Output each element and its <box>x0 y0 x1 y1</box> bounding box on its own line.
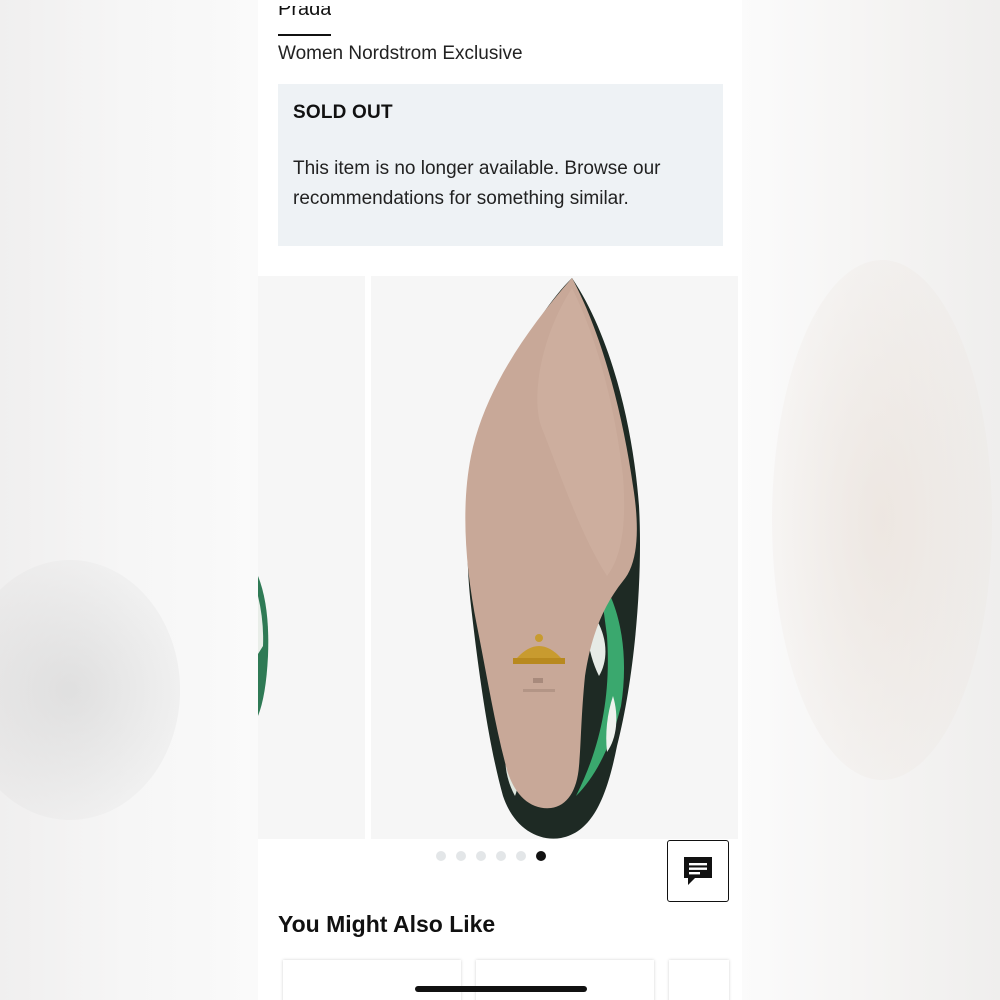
background-left <box>0 0 258 1000</box>
carousel-dot[interactable] <box>476 851 486 861</box>
shoe-sole-image <box>465 278 641 839</box>
recommendations-title: You Might Also Like <box>278 911 496 937</box>
recommendation-card[interactable] <box>669 960 729 1000</box>
product-page: Prada Women Nordstrom Exclusive SOLD OUT… <box>258 0 742 1000</box>
carousel-dot[interactable] <box>456 851 466 861</box>
home-indicator[interactable] <box>415 986 587 992</box>
carousel-pagination <box>436 851 546 861</box>
brand-link[interactable]: Prada <box>278 6 332 36</box>
product-subtitle: Women Nordstrom Exclusive <box>278 43 523 64</box>
background-right <box>742 0 1000 1000</box>
carousel-dot[interactable] <box>496 851 506 861</box>
previous-slide[interactable] <box>258 276 365 839</box>
carousel-dot[interactable] <box>516 851 526 861</box>
main-slide[interactable] <box>371 276 738 839</box>
sold-out-notice: SOLD OUT This item is no longer availabl… <box>278 84 723 246</box>
image-carousel[interactable] <box>258 276 742 839</box>
recommendation-card[interactable] <box>476 960 654 1000</box>
previous-shoe-image <box>258 576 269 716</box>
chat-button[interactable] <box>667 840 729 902</box>
sold-out-message: This item is no longer available. Browse… <box>293 158 661 209</box>
recommendation-card[interactable] <box>283 960 461 1000</box>
chat-bubble-icon <box>684 857 712 885</box>
carousel-dot-active[interactable] <box>536 851 546 861</box>
sold-out-title: SOLD OUT <box>293 102 393 123</box>
carousel-dot[interactable] <box>436 851 446 861</box>
